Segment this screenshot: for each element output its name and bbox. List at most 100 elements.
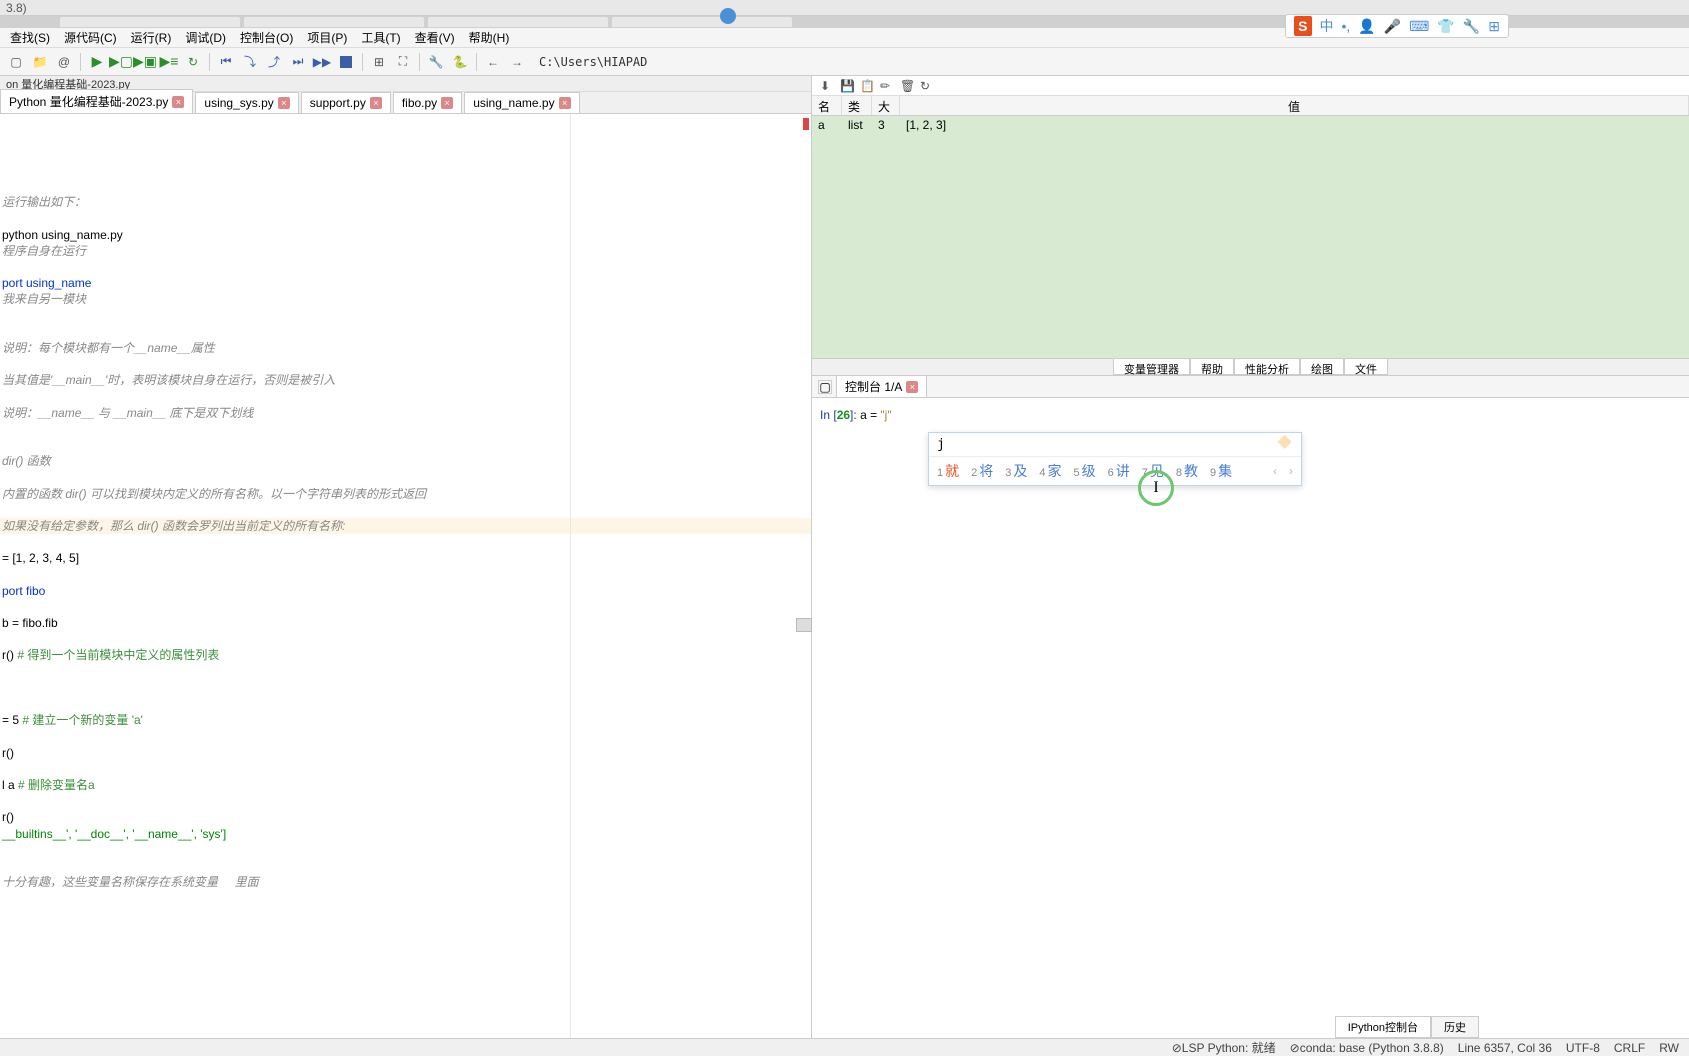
remove-all-icon[interactable]: 🗑: [900, 79, 914, 93]
editor-tab[interactable]: fibo.py×: [393, 92, 462, 113]
ime-candidate[interactable]: 8教: [1176, 461, 1198, 481]
run-cell-icon[interactable]: ▶▢: [111, 52, 131, 72]
editor-tab[interactable]: Python 量化编程基础-2023.py×: [0, 89, 193, 113]
code-editor[interactable]: 运行输出如下： python using_name.py程序自身在运行 port…: [0, 114, 811, 1038]
ime-grid-icon[interactable]: ⊞: [1488, 18, 1500, 35]
tab-variables[interactable]: 变量管理器: [1113, 359, 1190, 375]
sogou-watermark-icon: 🔶: [1277, 435, 1297, 455]
ime-candidate[interactable]: 2将: [971, 461, 993, 481]
rerun-icon[interactable]: ↻: [183, 52, 203, 72]
variable-table[interactable]: a list 3 [1, 2, 3]: [812, 116, 1689, 358]
ime-candidate[interactable]: 5级: [1074, 461, 1096, 481]
code-line: [0, 356, 811, 372]
status-eol[interactable]: CRLF: [1614, 1041, 1645, 1055]
preferences-icon[interactable]: 🔧: [426, 52, 446, 72]
at-icon[interactable]: @: [54, 52, 74, 72]
ime-lang[interactable]: 中: [1320, 16, 1334, 36]
debug-step-icon[interactable]: ⏮: [216, 52, 236, 72]
console-tab[interactable]: 控制台 1/A ×: [836, 375, 927, 398]
import-icon[interactable]: ⬇: [820, 79, 834, 93]
pane-splitter[interactable]: [796, 618, 812, 632]
debug-continue-icon[interactable]: ▶▶: [312, 52, 332, 72]
menu-find[interactable]: 查找(S): [4, 27, 56, 48]
status-encoding[interactable]: UTF-8: [1566, 1041, 1600, 1055]
editor-tab[interactable]: support.py×: [301, 92, 391, 113]
close-icon[interactable]: ×: [441, 97, 453, 109]
save-as-icon[interactable]: 📋: [860, 79, 874, 93]
tab-help[interactable]: 帮助: [1190, 359, 1234, 375]
editor-tab[interactable]: using_name.py×: [464, 92, 579, 113]
tab-files[interactable]: 文件: [1344, 359, 1388, 375]
tab-profiler[interactable]: 性能分析: [1234, 359, 1300, 375]
python-path-icon[interactable]: 🐍: [450, 52, 470, 72]
toolbar: ▢ 📁 @ ▶ ▶▢ ▶▣ ▶≡ ↻ ⏮ ⤵ ⤴ ⏭ ▶▶ ⊞ ⛶ 🔧 🐍 ← …: [0, 48, 1689, 76]
col-name[interactable]: 名称: [812, 96, 842, 115]
ime-mic-icon[interactable]: 🎤: [1384, 18, 1401, 35]
ime-keyboard-icon[interactable]: ⌨: [1409, 18, 1429, 35]
variable-toolbar: ⬇ 💾 📋 ✏ 🗑 ↻: [812, 76, 1689, 96]
tab-plots[interactable]: 绘图: [1300, 359, 1344, 375]
ime-toolbar[interactable]: S 中 •, 👤 🎤 ⌨ 👕 🔧 ⊞: [1285, 14, 1509, 38]
ime-candidate[interactable]: 9集: [1210, 461, 1232, 481]
tab-ipython[interactable]: IPython控制台: [1335, 1016, 1431, 1038]
close-icon[interactable]: ×: [278, 97, 290, 109]
console-tabs: ▢ 控制台 1/A ×: [812, 376, 1689, 398]
status-conda[interactable]: ⊘conda: base (Python 3.8.8): [1290, 1041, 1444, 1055]
code-line: [0, 696, 811, 712]
run-selection-icon[interactable]: ▶≡: [159, 52, 179, 72]
ime-candidate[interactable]: 6讲: [1108, 461, 1130, 481]
menu-debug[interactable]: 调试(D): [179, 27, 232, 48]
menu-source[interactable]: 源代码(C): [58, 27, 123, 48]
new-file-icon[interactable]: ▢: [6, 52, 26, 72]
ime-tool-icon[interactable]: 🔧: [1463, 18, 1480, 35]
col-value[interactable]: 值: [900, 96, 1689, 115]
remove-icon[interactable]: ✏: [880, 79, 894, 93]
close-icon[interactable]: ×: [172, 96, 184, 108]
menu-run[interactable]: 运行(R): [125, 27, 178, 48]
ime-prev-icon[interactable]: ‹: [1273, 464, 1277, 478]
folder-icon[interactable]: 📁: [30, 52, 50, 72]
editor-tab[interactable]: using_sys.py×: [195, 92, 298, 113]
nav-back-icon[interactable]: ←: [483, 52, 503, 72]
nav-forward-icon[interactable]: →: [507, 52, 527, 72]
code-line: [0, 680, 811, 696]
ipython-console[interactable]: In [26]: a = "j": [812, 398, 1689, 1038]
new-console-icon[interactable]: ▢: [818, 380, 832, 394]
ime-candidate-popup[interactable]: j 1就2将3及4家5级6讲7见8教9集‹ › 🔶: [928, 432, 1302, 486]
menu-project[interactable]: 项目(P): [301, 27, 353, 48]
menu-console[interactable]: 控制台(O): [234, 27, 299, 48]
close-icon[interactable]: ×: [559, 97, 571, 109]
save-layout-icon[interactable]: ⊞: [369, 52, 389, 72]
run-icon[interactable]: ▶: [87, 52, 107, 72]
ime-punct-icon[interactable]: •,: [1342, 18, 1351, 34]
editor-tabs: Python 量化编程基础-2023.py×using_sys.py×suppo…: [0, 92, 811, 114]
menu-view[interactable]: 查看(V): [409, 27, 461, 48]
stop-icon[interactable]: [336, 52, 356, 72]
maximize-icon[interactable]: ⛶: [393, 52, 413, 72]
ime-candidate[interactable]: 3及: [1005, 461, 1027, 481]
ime-candidate[interactable]: 1就: [937, 461, 959, 481]
refresh-icon[interactable]: ↻: [920, 79, 934, 93]
ime-candidate[interactable]: 7见: [1142, 461, 1164, 481]
ime-user-icon[interactable]: 👤: [1358, 18, 1375, 35]
menu-help[interactable]: 帮助(H): [463, 27, 516, 48]
code-line: [0, 502, 811, 518]
tab-history[interactable]: 历史: [1431, 1016, 1479, 1038]
close-icon[interactable]: ×: [370, 97, 382, 109]
variable-row[interactable]: a list 3 [1, 2, 3]: [812, 116, 1689, 134]
code-line: 十分有趣，这些变量名称保存在系统变量 里面: [0, 874, 811, 890]
ime-skin-icon[interactable]: 👕: [1437, 18, 1454, 35]
code-line: 程序自身在运行: [0, 243, 811, 259]
close-icon[interactable]: ×: [906, 381, 918, 393]
ime-candidate[interactable]: 4家: [1039, 461, 1061, 481]
col-type[interactable]: 类型: [842, 96, 872, 115]
col-size[interactable]: 大小: [872, 96, 900, 115]
save-data-icon[interactable]: 💾: [840, 79, 854, 93]
ime-next-icon[interactable]: ›: [1289, 464, 1293, 478]
debug-out-icon[interactable]: ⏭: [288, 52, 308, 72]
run-cell-advance-icon[interactable]: ▶▣: [135, 52, 155, 72]
debug-over-icon[interactable]: ⤴: [264, 52, 284, 72]
debug-into-icon[interactable]: ⤵: [240, 52, 260, 72]
menu-tools[interactable]: 工具(T): [355, 27, 406, 48]
status-lsp[interactable]: ⊘LSP Python: 就绪: [1172, 1039, 1276, 1056]
